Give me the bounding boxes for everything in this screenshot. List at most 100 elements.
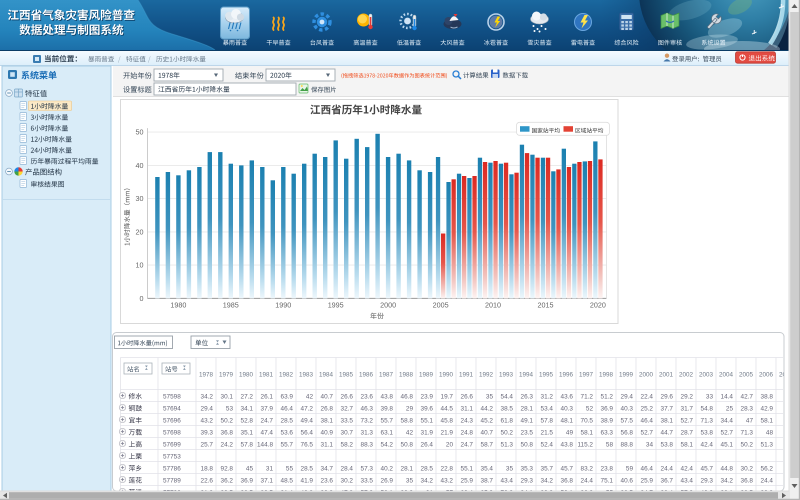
svg-text:45.1: 45.1: [721, 442, 734, 449]
svg-text:28.7: 28.7: [681, 430, 694, 437]
svg-text:50.8: 50.8: [521, 442, 534, 449]
svg-text:30.1: 30.1: [221, 394, 234, 401]
svg-text:33.5: 33.5: [361, 478, 374, 485]
svg-text:37.1: 37.1: [261, 478, 274, 485]
svg-text:83.2: 83.2: [581, 466, 594, 473]
svg-text:56.2: 56.2: [761, 466, 774, 473]
svg-text:40.9: 40.9: [321, 430, 334, 437]
svg-text:31.1: 31.1: [461, 406, 474, 413]
svg-text:47.2: 47.2: [301, 406, 314, 413]
svg-text:73.2: 73.2: [361, 418, 374, 425]
svg-text:29.3: 29.3: [701, 478, 714, 485]
svg-text:28.3: 28.3: [741, 406, 754, 413]
svg-text:26.1: 26.1: [261, 394, 274, 401]
svg-text:24.4: 24.4: [661, 466, 674, 473]
svg-text:34.1: 34.1: [241, 406, 254, 413]
svg-text:33: 33: [706, 394, 714, 401]
svg-text:24.7: 24.7: [261, 418, 274, 425]
svg-text:36.8: 36.8: [221, 430, 234, 437]
svg-text:23.9: 23.9: [421, 394, 434, 401]
svg-text:38.1: 38.1: [661, 418, 674, 425]
svg-text:22.4: 22.4: [641, 394, 654, 401]
svg-text:44.8: 44.8: [721, 466, 734, 473]
svg-text:88.8: 88.8: [621, 442, 634, 449]
svg-text:57786: 57786: [163, 466, 181, 473]
svg-text:1993: 1993: [499, 371, 514, 378]
svg-text:42.9: 42.9: [761, 406, 774, 413]
svg-text:2003: 2003: [699, 371, 714, 378]
svg-text:1985: 1985: [339, 371, 354, 378]
svg-text:40.2: 40.2: [381, 466, 394, 473]
svg-text:2020: 2020: [590, 301, 606, 310]
svg-text:20: 20: [446, 442, 454, 449]
svg-text:1978: 1978: [199, 371, 214, 378]
svg-text:35.4: 35.4: [481, 466, 494, 473]
svg-text:53: 53: [226, 406, 234, 413]
svg-text:52.8: 52.8: [241, 418, 254, 425]
svg-text:23.8: 23.8: [601, 466, 614, 473]
svg-text:24.8: 24.8: [461, 430, 474, 437]
svg-text:55.1: 55.1: [421, 418, 434, 425]
svg-text:38.5: 38.5: [501, 406, 514, 413]
svg-text:1989: 1989: [419, 371, 434, 378]
svg-text:55: 55: [286, 466, 294, 473]
svg-text:23.6: 23.6: [361, 394, 374, 401]
svg-text:48.1: 48.1: [561, 418, 574, 425]
svg-text:40.7: 40.7: [481, 430, 494, 437]
svg-text:1999: 1999: [619, 371, 634, 378]
svg-text:1981: 1981: [259, 371, 274, 378]
svg-text:35.3: 35.3: [521, 466, 534, 473]
svg-text:31.1: 31.1: [321, 442, 334, 449]
svg-text:50.2: 50.2: [501, 430, 514, 437]
svg-text:34: 34: [646, 442, 654, 449]
svg-text:31.7: 31.7: [681, 406, 694, 413]
svg-text:28.5: 28.5: [301, 466, 314, 473]
svg-text:22.6: 22.6: [201, 478, 214, 485]
svg-text:1995: 1995: [328, 301, 344, 310]
svg-text:52: 52: [586, 406, 594, 413]
svg-text:26.9: 26.9: [381, 478, 394, 485]
svg-text:57753: 57753: [163, 454, 181, 461]
svg-text:44.7: 44.7: [661, 430, 674, 437]
svg-text:34.4: 34.4: [721, 418, 734, 425]
svg-text:56.4: 56.4: [301, 430, 314, 437]
svg-text:25.9: 25.9: [641, 478, 654, 485]
svg-text:45.7: 45.7: [561, 466, 574, 473]
svg-text:42.7: 42.7: [741, 394, 754, 401]
svg-text:36.2: 36.2: [221, 478, 234, 485]
svg-text:39.6: 39.6: [421, 406, 434, 413]
svg-text:46.3: 46.3: [361, 406, 374, 413]
svg-text:0: 0: [140, 294, 144, 303]
svg-text:57.5: 57.5: [621, 418, 634, 425]
svg-text:53.8: 53.8: [661, 442, 674, 449]
svg-text:40.7: 40.7: [321, 394, 334, 401]
svg-text:23.6: 23.6: [321, 478, 334, 485]
svg-text:76.5: 76.5: [301, 442, 314, 449]
svg-text:58.2: 58.2: [341, 442, 354, 449]
svg-text:40.3: 40.3: [561, 406, 574, 413]
svg-text:58.1: 58.1: [581, 430, 594, 437]
svg-text:36.7: 36.7: [661, 478, 674, 485]
svg-text:50.2: 50.2: [741, 442, 754, 449]
svg-text:54.2: 54.2: [381, 442, 394, 449]
svg-text:40.6: 40.6: [621, 478, 634, 485]
svg-text:30.2: 30.2: [341, 478, 354, 485]
svg-text:58.1: 58.1: [681, 442, 694, 449]
svg-text:55.1: 55.1: [461, 466, 474, 473]
svg-text:47: 47: [746, 418, 754, 425]
svg-text:1987: 1987: [379, 371, 394, 378]
svg-text:1984: 1984: [319, 371, 334, 378]
svg-text:70.5: 70.5: [581, 418, 594, 425]
svg-text:52.7: 52.7: [641, 430, 654, 437]
svg-text:53.8: 53.8: [701, 430, 714, 437]
svg-text:42.4: 42.4: [701, 442, 714, 449]
svg-text:34.7: 34.7: [321, 466, 334, 473]
svg-text:30: 30: [136, 194, 144, 203]
svg-text:2004: 2004: [719, 371, 734, 378]
svg-text:48.5: 48.5: [281, 478, 294, 485]
svg-text:32.7: 32.7: [341, 406, 354, 413]
svg-text:52.7: 52.7: [681, 418, 694, 425]
svg-text:36.8: 36.8: [741, 478, 754, 485]
svg-text:26.6: 26.6: [461, 394, 474, 401]
svg-text:34.2: 34.2: [721, 478, 734, 485]
